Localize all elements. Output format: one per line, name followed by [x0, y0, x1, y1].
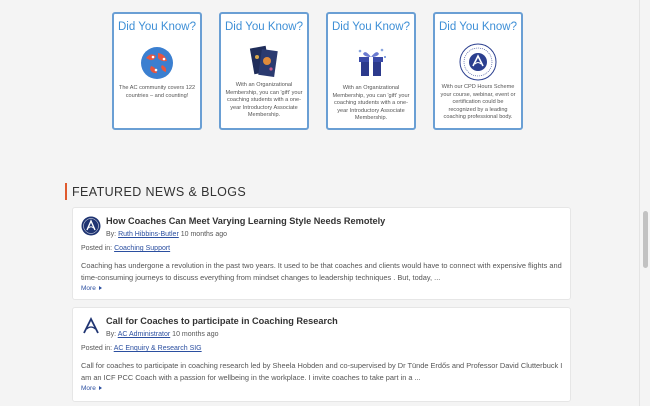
ac-logo-avatar[interactable] [81, 316, 101, 336]
featured-heading-text: FEATURED NEWS & BLOGS [72, 185, 247, 199]
did-you-know-title: Did You Know? [224, 21, 303, 33]
cpd-seal-icon [458, 42, 498, 82]
page: Did You Know? The AC community covers 12… [0, 0, 640, 406]
more-label: More [81, 285, 96, 292]
did-you-know-text: With our CPD Hours Scheme your course, w… [440, 84, 516, 121]
caret-right-icon [98, 286, 102, 291]
did-you-know-text: With an Organizational Membership, you c… [225, 82, 303, 119]
did-you-know-title: Did You Know? [331, 21, 410, 33]
posted-in: Posted in: AC Enquiry & Research SIG [81, 345, 202, 352]
did-you-know-card-gift[interactable]: Did You Know? With an Organizational Mem… [326, 12, 416, 130]
category-link[interactable]: Coaching Support [114, 245, 170, 252]
more-link[interactable]: More [81, 285, 102, 292]
more-link[interactable]: More [81, 385, 102, 392]
news-card: Call for Coaches to participate in Coach… [72, 307, 571, 402]
did-you-know-text: The AC community covers 122 countries – … [118, 85, 196, 99]
news-excerpt: Call for coaches to participate in coach… [81, 361, 563, 382]
did-you-know-card-cpd[interactable]: Did You Know? With our CPD Hours Scheme … [433, 12, 523, 130]
did-you-know-row: Did You Know? The AC community covers 12… [112, 12, 532, 134]
posted-label: Posted in: [81, 345, 113, 352]
news-time: 10 months ago [172, 331, 219, 338]
author-link[interactable]: Ruth Hibbins-Butler [118, 231, 179, 238]
caret-right-icon [98, 386, 102, 391]
did-you-know-card-membership[interactable]: Did You Know? With an Organizational Mem… [219, 12, 309, 130]
more-label: More [81, 385, 96, 392]
news-title-link[interactable]: Call for Coaches to participate in Coach… [106, 316, 338, 326]
news-byline: By: Ruth Hibbins-Butler 10 months ago [106, 231, 227, 238]
by-label: By: [106, 331, 117, 338]
scrollbar-track[interactable] [639, 0, 650, 406]
author-link[interactable]: AC Administrator [118, 331, 171, 338]
news-title-link[interactable]: How Coaches Can Meet Varying Learning St… [106, 216, 385, 226]
category-link[interactable]: AC Enquiry & Research SIG [114, 345, 202, 352]
news-time: 10 months ago [180, 231, 228, 238]
did-you-know-text: With an Organizational Membership, you c… [332, 85, 410, 122]
did-you-know-title: Did You Know? [438, 21, 517, 33]
featured-heading: FEATURED NEWS & BLOGS [65, 183, 246, 200]
posted-label: Posted in: [81, 245, 113, 252]
news-excerpt: Coaching has undergone a revolution in t… [81, 261, 562, 282]
membership-cards-icon [244, 42, 284, 82]
did-you-know-card-countries[interactable]: Did You Know? The AC community covers 12… [112, 12, 202, 130]
news-card: How Coaches Can Meet Varying Learning St… [72, 207, 571, 300]
scrollbar-thumb[interactable] [643, 211, 648, 268]
gift-icon [352, 43, 390, 81]
did-you-know-title: Did You Know? [117, 21, 196, 33]
globe-icon [138, 44, 176, 82]
news-byline: By: AC Administrator 10 months ago [106, 331, 218, 338]
ac-logo-avatar[interactable] [81, 216, 101, 236]
by-label: By: [106, 231, 117, 238]
posted-in: Posted in: Coaching Support [81, 245, 170, 252]
